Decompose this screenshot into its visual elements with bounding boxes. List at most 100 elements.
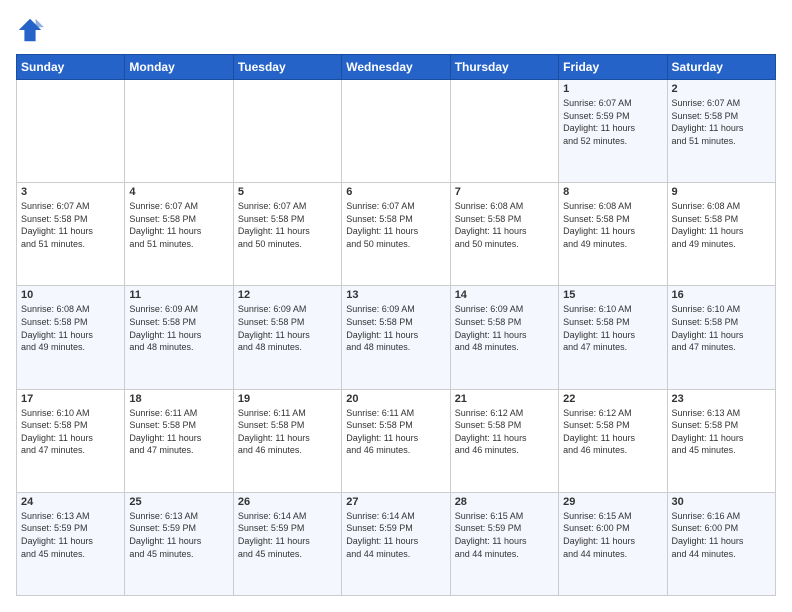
day-info: Sunrise: 6:13 AM Sunset: 5:59 PM Dayligh…	[21, 510, 120, 560]
day-number: 26	[238, 496, 337, 508]
day-number: 28	[455, 496, 554, 508]
day-number: 11	[129, 289, 228, 301]
weekday-header-row: SundayMondayTuesdayWednesdayThursdayFrid…	[17, 55, 776, 80]
day-info: Sunrise: 6:15 AM Sunset: 6:00 PM Dayligh…	[563, 510, 662, 560]
calendar-cell: 16 Sunrise: 6:10 AM Sunset: 5:58 PM Dayli…	[667, 286, 775, 389]
day-info: Sunrise: 6:14 AM Sunset: 5:59 PM Dayligh…	[238, 510, 337, 560]
weekday-header-tuesday: Tuesday	[233, 55, 341, 80]
week-row-1: 1 Sunrise: 6:07 AM Sunset: 5:59 PM Daylig…	[17, 80, 776, 183]
day-number: 2	[672, 83, 771, 95]
calendar-cell: 5Sunrise: 6:07 AM Sunset: 5:58 PM Daylig…	[233, 183, 341, 286]
day-number: 25	[129, 496, 228, 508]
calendar-cell: 24 Sunrise: 6:13 AM Sunset: 5:59 PM Dayli…	[17, 492, 125, 595]
weekday-header-sunday: Sunday	[17, 55, 125, 80]
calendar-cell: 29 Sunrise: 6:15 AM Sunset: 6:00 PM Dayli…	[559, 492, 667, 595]
calendar-cell: 23 Sunrise: 6:13 AM Sunset: 5:58 PM Dayli…	[667, 389, 775, 492]
calendar-cell: 28Sunrise: 6:15 AM Sunset: 5:59 PM Dayli…	[450, 492, 558, 595]
calendar-table: SundayMondayTuesdayWednesdayThursdayFrid…	[16, 54, 776, 596]
calendar-cell: 20 Sunrise: 6:11 AM Sunset: 5:58 PM Dayli…	[342, 389, 450, 492]
day-info: Sunrise: 6:08 AM Sunset: 5:58 PM Dayligh…	[672, 200, 771, 250]
day-info: Sunrise: 6:07 AM Sunset: 5:58 PM Dayligh…	[129, 200, 228, 250]
week-row-4: 17 Sunrise: 6:10 AM Sunset: 5:58 PM Dayli…	[17, 389, 776, 492]
day-info: Sunrise: 6:12 AM Sunset: 5:58 PM Dayligh…	[455, 407, 554, 457]
week-row-5: 24 Sunrise: 6:13 AM Sunset: 5:59 PM Dayli…	[17, 492, 776, 595]
calendar-cell: 26 Sunrise: 6:14 AM Sunset: 5:59 PM Dayli…	[233, 492, 341, 595]
weekday-header-monday: Monday	[125, 55, 233, 80]
day-info: Sunrise: 6:10 AM Sunset: 5:58 PM Dayligh…	[21, 407, 120, 457]
day-info: Sunrise: 6:12 AM Sunset: 5:58 PM Dayligh…	[563, 407, 662, 457]
calendar-cell: 6 Sunrise: 6:07 AM Sunset: 5:58 PM Daylig…	[342, 183, 450, 286]
day-info: Sunrise: 6:09 AM Sunset: 5:58 PM Dayligh…	[129, 303, 228, 353]
logo	[16, 16, 48, 44]
day-info: Sunrise: 6:08 AM Sunset: 5:58 PM Dayligh…	[563, 200, 662, 250]
day-number: 30	[672, 496, 771, 508]
calendar-cell: 21 Sunrise: 6:12 AM Sunset: 5:58 PM Dayli…	[450, 389, 558, 492]
day-number: 15	[563, 289, 662, 301]
day-number: 29	[563, 496, 662, 508]
day-number: 7	[455, 186, 554, 198]
day-number: 5	[238, 186, 337, 198]
calendar-cell: 25Sunrise: 6:13 AM Sunset: 5:59 PM Dayli…	[125, 492, 233, 595]
logo-icon	[16, 16, 44, 44]
day-info: Sunrise: 6:07 AM Sunset: 5:59 PM Dayligh…	[563, 97, 662, 147]
day-info: Sunrise: 6:09 AM Sunset: 5:58 PM Dayligh…	[346, 303, 445, 353]
day-info: Sunrise: 6:11 AM Sunset: 5:58 PM Dayligh…	[129, 407, 228, 457]
calendar-cell: 2 Sunrise: 6:07 AM Sunset: 5:58 PM Daylig…	[667, 80, 775, 183]
day-info: Sunrise: 6:16 AM Sunset: 6:00 PM Dayligh…	[672, 510, 771, 560]
calendar-cell: 1 Sunrise: 6:07 AM Sunset: 5:59 PM Daylig…	[559, 80, 667, 183]
day-info: Sunrise: 6:07 AM Sunset: 5:58 PM Dayligh…	[21, 200, 120, 250]
calendar-cell: 7 Sunrise: 6:08 AM Sunset: 5:58 PM Daylig…	[450, 183, 558, 286]
day-info: Sunrise: 6:07 AM Sunset: 5:58 PM Dayligh…	[346, 200, 445, 250]
day-info: Sunrise: 6:11 AM Sunset: 5:58 PM Dayligh…	[346, 407, 445, 457]
day-number: 24	[21, 496, 120, 508]
day-info: Sunrise: 6:08 AM Sunset: 5:58 PM Dayligh…	[455, 200, 554, 250]
day-number: 4	[129, 186, 228, 198]
calendar-cell	[17, 80, 125, 183]
calendar-cell	[233, 80, 341, 183]
calendar-cell	[450, 80, 558, 183]
calendar-cell: 18 Sunrise: 6:11 AM Sunset: 5:58 PM Dayli…	[125, 389, 233, 492]
weekday-header-thursday: Thursday	[450, 55, 558, 80]
page: SundayMondayTuesdayWednesdayThursdayFrid…	[0, 0, 792, 612]
day-number: 1	[563, 83, 662, 95]
day-number: 27	[346, 496, 445, 508]
week-row-2: 3Sunrise: 6:07 AM Sunset: 5:58 PM Daylig…	[17, 183, 776, 286]
day-number: 10	[21, 289, 120, 301]
day-number: 12	[238, 289, 337, 301]
calendar-cell	[125, 80, 233, 183]
day-number: 18	[129, 393, 228, 405]
day-number: 23	[672, 393, 771, 405]
calendar-cell: 22 Sunrise: 6:12 AM Sunset: 5:58 PM Dayli…	[559, 389, 667, 492]
day-number: 17	[21, 393, 120, 405]
calendar-cell: 4 Sunrise: 6:07 AM Sunset: 5:58 PM Daylig…	[125, 183, 233, 286]
day-info: Sunrise: 6:11 AM Sunset: 5:58 PM Dayligh…	[238, 407, 337, 457]
day-number: 22	[563, 393, 662, 405]
day-number: 14	[455, 289, 554, 301]
weekday-header-saturday: Saturday	[667, 55, 775, 80]
day-info: Sunrise: 6:09 AM Sunset: 5:58 PM Dayligh…	[238, 303, 337, 353]
day-number: 6	[346, 186, 445, 198]
header	[16, 16, 776, 44]
calendar-cell: 13Sunrise: 6:09 AM Sunset: 5:58 PM Dayli…	[342, 286, 450, 389]
day-number: 16	[672, 289, 771, 301]
day-info: Sunrise: 6:10 AM Sunset: 5:58 PM Dayligh…	[563, 303, 662, 353]
week-row-3: 10 Sunrise: 6:08 AM Sunset: 5:58 PM Dayli…	[17, 286, 776, 389]
calendar-cell: 8 Sunrise: 6:08 AM Sunset: 5:58 PM Daylig…	[559, 183, 667, 286]
calendar-cell: 19 Sunrise: 6:11 AM Sunset: 5:58 PM Dayli…	[233, 389, 341, 492]
calendar-cell: 15 Sunrise: 6:10 AM Sunset: 5:58 PM Dayli…	[559, 286, 667, 389]
day-number: 20	[346, 393, 445, 405]
day-number: 8	[563, 186, 662, 198]
day-info: Sunrise: 6:10 AM Sunset: 5:58 PM Dayligh…	[672, 303, 771, 353]
weekday-header-friday: Friday	[559, 55, 667, 80]
day-number: 21	[455, 393, 554, 405]
calendar-cell: 11 Sunrise: 6:09 AM Sunset: 5:58 PM Dayli…	[125, 286, 233, 389]
calendar-cell: 10 Sunrise: 6:08 AM Sunset: 5:58 PM Dayli…	[17, 286, 125, 389]
day-info: Sunrise: 6:13 AM Sunset: 5:58 PM Dayligh…	[672, 407, 771, 457]
day-number: 9	[672, 186, 771, 198]
day-info: Sunrise: 6:07 AM Sunset: 5:58 PM Dayligh…	[672, 97, 771, 147]
day-info: Sunrise: 6:14 AM Sunset: 5:59 PM Dayligh…	[346, 510, 445, 560]
calendar-cell: 30 Sunrise: 6:16 AM Sunset: 6:00 PM Dayli…	[667, 492, 775, 595]
calendar-cell	[342, 80, 450, 183]
day-number: 19	[238, 393, 337, 405]
day-info: Sunrise: 6:08 AM Sunset: 5:58 PM Dayligh…	[21, 303, 120, 353]
